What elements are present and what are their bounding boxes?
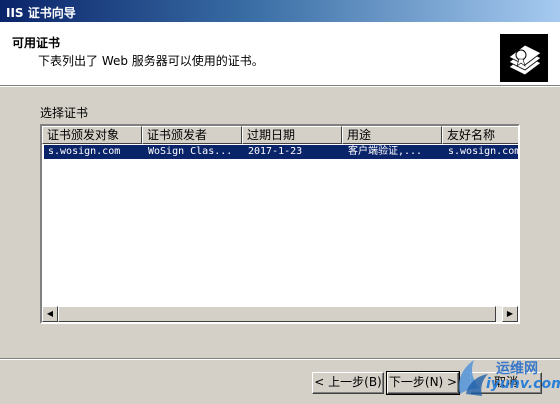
- back-button[interactable]: < 上一步(B): [312, 372, 384, 394]
- watermark-line2: iyunv.com: [486, 376, 560, 392]
- cell-issued-to: s.wosign.com: [48, 146, 121, 157]
- column-header-issued-to[interactable]: 证书颁发对象: [42, 126, 142, 144]
- column-header-intended-purpose[interactable]: 用途: [342, 126, 442, 144]
- table-row[interactable]: s.wosign.com WoSign Clas... 2017-1-23 客户…: [43, 144, 518, 160]
- scrollbar-thumb[interactable]: [58, 306, 496, 322]
- next-button[interactable]: 下一步(N) >: [386, 371, 460, 395]
- list-header: 证书颁发对象 证书颁发者 过期日期 用途 友好名称: [42, 126, 518, 144]
- scroll-right-button[interactable]: ▶: [502, 306, 518, 322]
- watermark-line1: 运维网: [496, 361, 538, 377]
- scrollbar-track[interactable]: [58, 306, 502, 322]
- cell-issued-by: WoSign Clas...: [148, 146, 233, 157]
- select-certificate-label: 选择证书: [40, 106, 89, 120]
- certificate-wizard-icon: [500, 34, 548, 82]
- cell-friendly-name: s.wosign.com: [448, 146, 518, 157]
- scroll-left-button[interactable]: ◀: [42, 306, 58, 322]
- certificate-list[interactable]: 证书颁发对象 证书颁发者 过期日期 用途 友好名称 s.wosign.com W…: [40, 124, 520, 324]
- cell-expiration-date: 2017-1-23: [248, 146, 303, 157]
- column-header-expiration-date[interactable]: 过期日期: [242, 126, 342, 144]
- column-header-issued-by[interactable]: 证书颁发者: [142, 126, 242, 144]
- column-header-friendly-name[interactable]: 友好名称: [442, 126, 518, 144]
- wizard-header: 可用证书 下表列出了 Web 服务器可以使用的证书。: [0, 22, 560, 87]
- window-title: IIS 证书向导: [6, 6, 76, 20]
- site-watermark: 运维网 iyunv.com: [452, 354, 560, 400]
- horizontal-scrollbar[interactable]: ◀ ▶: [42, 306, 518, 322]
- page-subtitle: 下表列出了 Web 服务器可以使用的证书。: [38, 54, 264, 68]
- title-bar: IIS 证书向导: [0, 0, 560, 22]
- page-title: 可用证书: [12, 36, 61, 50]
- cell-intended-purpose: 客户端验证,...: [348, 146, 423, 157]
